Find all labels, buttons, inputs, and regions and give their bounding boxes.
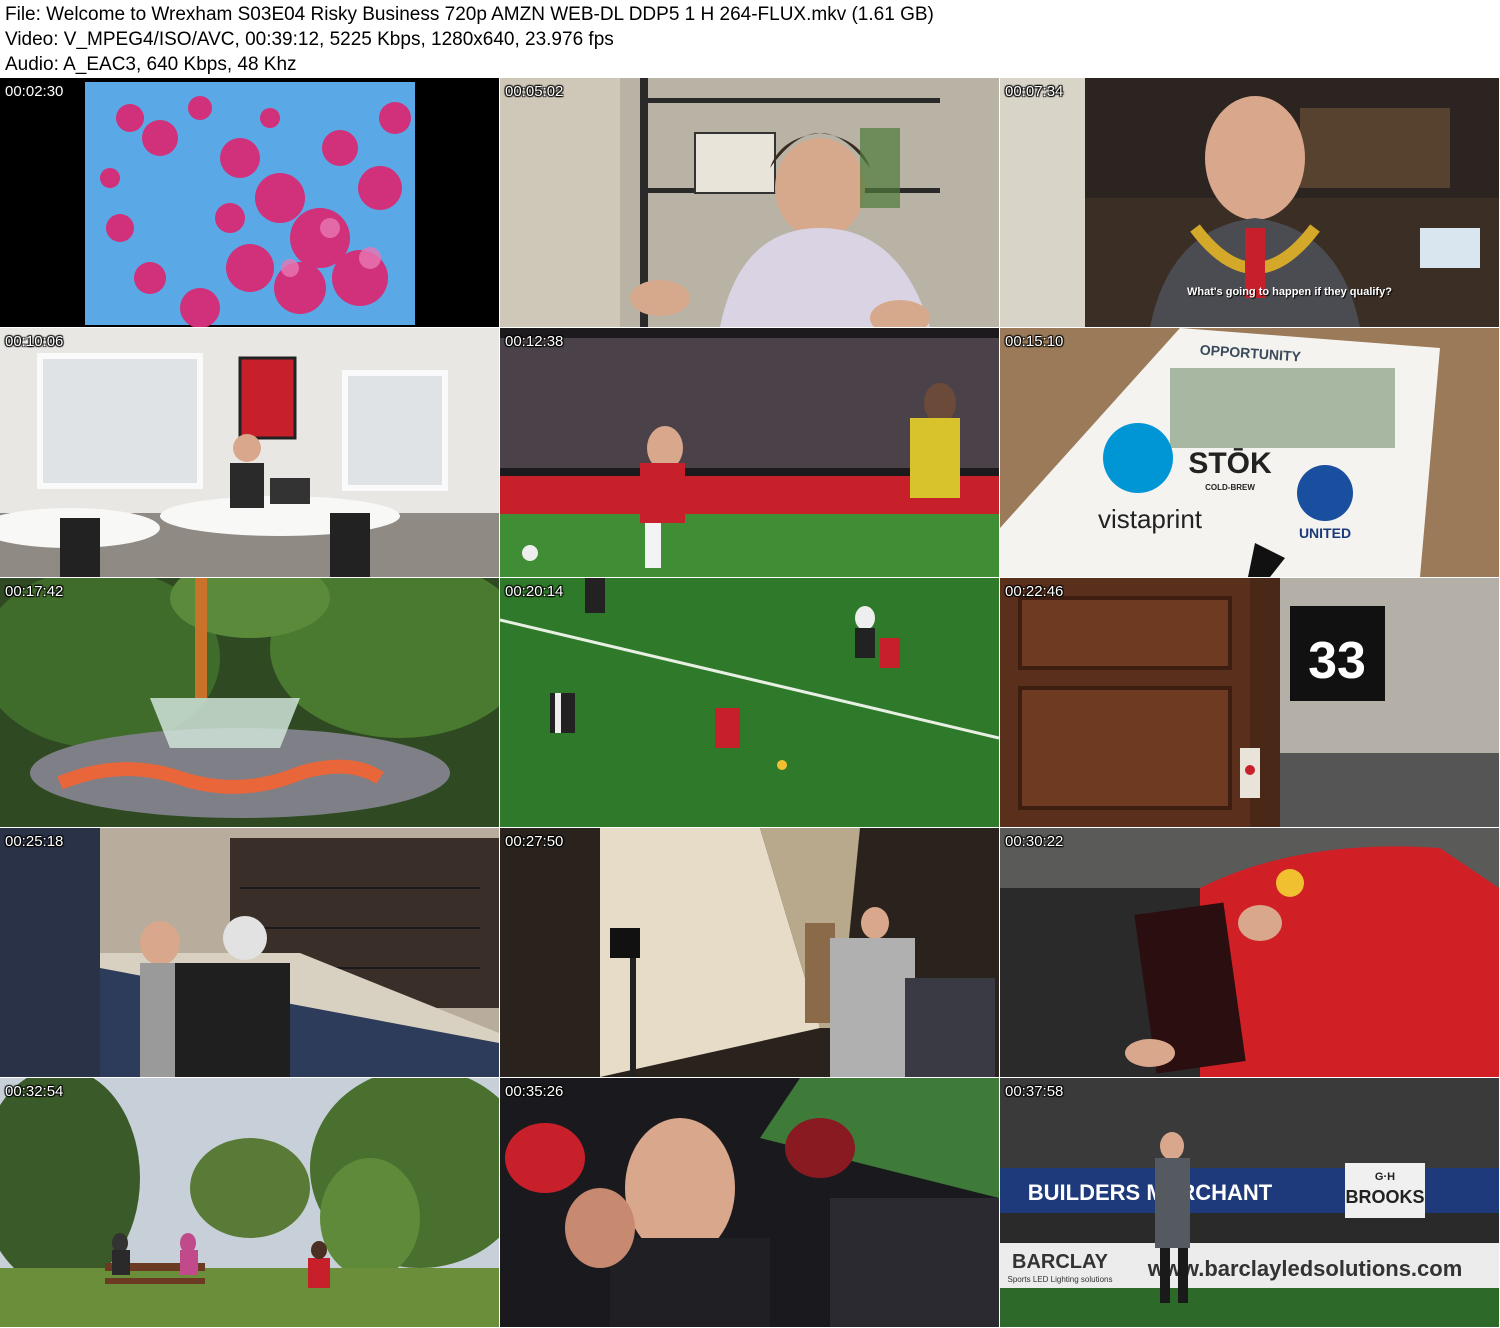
thumbnail-grid: 00:02:30 00:05:02 00:07:34 What's going … [0, 78, 1500, 1328]
thumbnail-06[interactable]: OPPORTUNITY STŌK COLD-BREW UNITED vistap… [1000, 328, 1499, 577]
sign-united: UNITED [1299, 525, 1351, 541]
thumbnail-04[interactable]: 00:10:06 [0, 328, 499, 577]
thumbnail-03[interactable]: 00:07:34 What's going to happen if they … [1000, 78, 1499, 327]
file-name-line: File: Welcome to Wrexham S03E04 Risky Bu… [5, 4, 934, 25]
sign-vistaprint: vistaprint [1098, 504, 1203, 534]
timestamp-label: 00:15:10 [1005, 333, 1064, 350]
thumbnail-image [0, 578, 499, 827]
thumbnail-image [0, 1078, 499, 1327]
timestamp-label: 00:30:22 [1005, 833, 1064, 850]
board-builders-merchant: BUILDERS MERCHANT [1028, 1180, 1273, 1205]
thumbnail-image [0, 78, 499, 327]
thumbnail-image [1000, 828, 1499, 1077]
thumbnail-11[interactable]: 00:27:50 [500, 828, 999, 1077]
thumbnail-image: 33 [1000, 578, 1499, 827]
thumbnail-08[interactable]: 00:20:14 [500, 578, 999, 827]
timestamp-label: 00:07:34 [1005, 83, 1064, 100]
board-barclay: BARCLAY [1012, 1251, 1109, 1273]
thumbnail-image [500, 828, 999, 1077]
timestamp-label: 00:32:54 [5, 1083, 64, 1100]
thumbnail-02[interactable]: 00:05:02 [500, 78, 999, 327]
timestamp-label: 00:25:18 [5, 833, 64, 850]
timestamp-label: 00:22:46 [1005, 583, 1064, 600]
timestamp-label: 00:17:42 [5, 583, 64, 600]
thumbnail-image [0, 328, 499, 577]
board-barclay-website: www.barclayledsolutions.com [1147, 1256, 1463, 1281]
thumbnail-01[interactable]: 00:02:30 [0, 78, 499, 327]
timestamp-label: 00:02:30 [5, 83, 64, 100]
board-brooks: BROOKS [1345, 1187, 1424, 1207]
board-gh: G·H [1375, 1171, 1395, 1183]
thumbnail-07[interactable]: 00:17:42 [0, 578, 499, 827]
timestamp-label: 00:27:50 [505, 833, 564, 850]
thumbnail-15[interactable]: BUILDERS MERCHANT G·H BROOKS BARCLAY Spo… [1000, 1078, 1499, 1327]
thumbnail-image [500, 578, 999, 827]
subtitle-caption: What's going to happen if they qualify? [1187, 286, 1392, 298]
thumbnail-image [500, 78, 999, 327]
thumbnail-09[interactable]: 33 00:22:46 [1000, 578, 1499, 827]
sign-cold-brew: COLD-BREW [1205, 483, 1255, 492]
audio-info-line: Audio: A_EAC3, 640 Kbps, 48 Khz [5, 54, 297, 75]
thumbnail-14[interactable]: 00:35:26 [500, 1078, 999, 1327]
timestamp-label: 00:20:14 [505, 583, 564, 600]
timestamp-label: 00:05:02 [505, 83, 564, 100]
timestamp-label: 00:10:06 [5, 333, 64, 350]
file-info-header: File: Welcome to Wrexham S03E04 Risky Bu… [0, 0, 1500, 78]
thumbnail-image [500, 328, 999, 577]
thumbnail-13[interactable]: 00:32:54 [0, 1078, 499, 1327]
thumbnail-image [500, 1078, 999, 1327]
thumbnail-image: OPPORTUNITY STŌK COLD-BREW UNITED vistap… [1000, 328, 1499, 577]
thumbnail-12[interactable]: 00:30:22 [1000, 828, 1499, 1077]
timestamp-label: 00:37:58 [1005, 1083, 1064, 1100]
timestamp-label: 00:12:38 [505, 333, 564, 350]
sign-stok: STŌK [1188, 447, 1272, 480]
thumbnail-10[interactable]: 00:25:18 [0, 828, 499, 1077]
video-info-line: Video: V_MPEG4/ISO/AVC, 00:39:12, 5225 K… [5, 29, 614, 50]
thumbnail-05[interactable]: 00:12:38 [500, 328, 999, 577]
thumbnail-image [0, 828, 499, 1077]
timestamp-label: 00:35:26 [505, 1083, 564, 1100]
thumbnail-image: BUILDERS MERCHANT G·H BROOKS BARCLAY Spo… [1000, 1078, 1499, 1327]
board-barclay-tagline: Sports LED Lighting solutions [1008, 1275, 1113, 1284]
house-number-sign: 33 [1308, 632, 1366, 690]
